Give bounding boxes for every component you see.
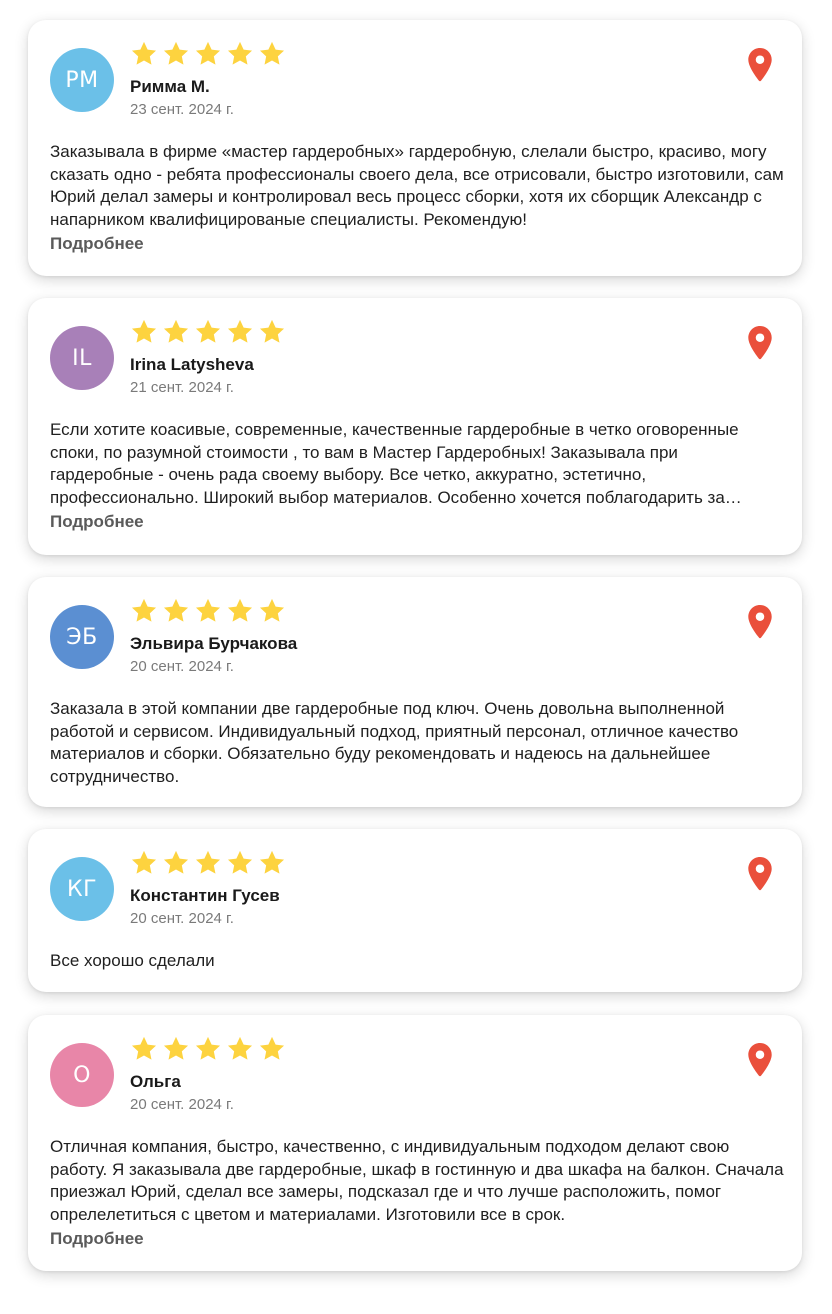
rating-stars [130, 597, 286, 625]
review-date: 20 сент. 2024 г. [130, 910, 234, 927]
map-pin-icon[interactable] [747, 48, 773, 82]
star-icon [131, 319, 157, 343]
star-icon [163, 1036, 189, 1060]
map-pin-icon[interactable] [747, 605, 773, 639]
reviewer-name: Эльвира Бурчакова [130, 634, 298, 653]
rating-stars [130, 849, 286, 877]
map-pin-icon[interactable] [747, 857, 773, 891]
star-icon [195, 41, 221, 65]
review-text: Если хотите коасивые, современные, качес… [50, 420, 739, 507]
review-date: 20 сент. 2024 г. [130, 1096, 234, 1113]
star-icon [131, 41, 157, 65]
star-icon [131, 850, 157, 874]
read-more-link[interactable]: Подробнее [50, 1229, 144, 1249]
review-text: Отличная компания, быстро, качественно, … [50, 1137, 784, 1224]
star-icon [259, 1036, 285, 1060]
rating-stars [130, 1035, 286, 1063]
avatar: О [50, 1043, 114, 1107]
star-icon [259, 319, 285, 343]
review-text: Заказывала в фирме «мастер гардеробных» … [50, 142, 784, 229]
star-icon [195, 1036, 221, 1060]
star-icon [227, 319, 253, 343]
reviewer-name: Irina Latysheva [130, 355, 254, 374]
review-date: 23 сент. 2024 г. [130, 101, 234, 118]
reviewer-name: Константин Гусев [130, 886, 280, 905]
review-text: Все хорошо сделали [50, 951, 215, 970]
reviewer-name: Ольга [130, 1072, 181, 1091]
read-more-link[interactable]: Подробнее [50, 234, 144, 254]
avatar: ЭБ [50, 605, 114, 669]
review-text: Заказала в этой компании две гардеробные… [50, 699, 739, 786]
read-more-link[interactable]: Подробнее [50, 512, 144, 532]
map-pin-icon[interactable] [747, 326, 773, 360]
review-card: КГ Константин Гусев 20 сент. 2024 г. Все хо… [28, 829, 802, 992]
rating-stars [130, 40, 286, 68]
star-icon [195, 850, 221, 874]
review-date: 21 сент. 2024 г. [130, 379, 234, 396]
star-icon [259, 598, 285, 622]
avatar: РМ [50, 48, 114, 112]
star-icon [227, 41, 253, 65]
reviewer-name: Римма М. [130, 77, 210, 96]
review-card: ЭБ Эльвира Бурчакова 20 сент. 2024 г. Заказ… [28, 577, 802, 807]
rating-stars [130, 318, 286, 346]
review-card: О Ольга 20 сент. 2024 г. Отличная компания,… [28, 1015, 802, 1271]
review-card: IL Irina Latysheva 21 сент. 2024 г. Если хо… [28, 298, 802, 555]
avatar: КГ [50, 857, 114, 921]
map-pin-icon[interactable] [747, 1043, 773, 1077]
avatar: IL [50, 326, 114, 390]
star-icon [195, 319, 221, 343]
star-icon [227, 850, 253, 874]
star-icon [163, 41, 189, 65]
star-icon [131, 598, 157, 622]
reviews-list: РМ Римма М. 23 сент. 2024 г. Заказывала в ф… [0, 0, 832, 1314]
star-icon [163, 598, 189, 622]
star-icon [227, 598, 253, 622]
star-icon [163, 850, 189, 874]
star-icon [227, 1036, 253, 1060]
star-icon [131, 1036, 157, 1060]
star-icon [259, 41, 285, 65]
star-icon [195, 598, 221, 622]
star-icon [259, 850, 285, 874]
review-card: РМ Римма М. 23 сент. 2024 г. Заказывала в ф… [28, 20, 802, 276]
star-icon [163, 319, 189, 343]
review-date: 20 сент. 2024 г. [130, 658, 234, 675]
